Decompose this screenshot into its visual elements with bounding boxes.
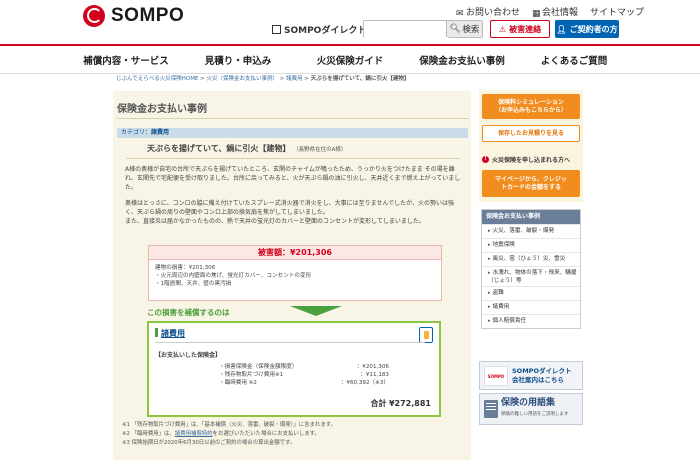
nav-payment-cases[interactable]: 保険金お支払い事例 xyxy=(406,46,518,74)
damage-line: ・火元周辺の内壁面の焦げ、蛍光灯カバー、コンセントの変形 xyxy=(155,273,312,279)
footnotes: ※1 「残存物取片づけ費用」は、「基本補償（火災、落雷、破裂・爆発）」に含まれま… xyxy=(122,421,472,448)
search-box: 🔍︎ 検索 xyxy=(363,20,483,41)
nav-guide[interactable]: 火災保険ガイド xyxy=(294,46,406,74)
user-icon: 👤︎ xyxy=(556,24,567,34)
menu-item-theft[interactable]: 盗難 xyxy=(482,286,580,300)
book-icon xyxy=(484,400,498,418)
payment-heading: 【お支払いした保険金】 xyxy=(155,352,222,359)
menu-item-water[interactable]: 水濡れ、物体の落下・飛来、騒擾（じょう）等 xyxy=(482,266,580,286)
mail-icon: ✉ xyxy=(456,9,464,19)
breadcrumb-home[interactable]: じぶんでえらべる火災保険HOME xyxy=(116,76,198,82)
search-button[interactable]: 🔍︎ 検索 xyxy=(446,21,482,37)
damage-line: ・1階居間、天井、壁の黒汚損 xyxy=(155,281,232,287)
payment-rows: ・損害保険金（保険金額限度） ：¥201,306 ・残存物取片づけ費用※1 ：¥11… xyxy=(219,364,389,387)
top-links: ✉ お問い合わせ ▦会社情報 サイトマップ xyxy=(456,5,644,19)
breadcrumb-misc[interactable]: 諸費用 xyxy=(286,76,303,82)
credit-card-button[interactable]: マイページから、クレジッ トカードの金額をする xyxy=(482,170,580,197)
footnote: ※3 保険始期日が2020年6月30日以前のご契約の場合の算出金額です。 xyxy=(122,440,296,446)
payment-row: ・残存物取片づけ費用※1 ：¥11,183 xyxy=(219,371,389,378)
simulation-button[interactable]: 保険料シミュレーション （お申込みもこちらから） xyxy=(482,94,580,119)
info-icon: ! xyxy=(482,156,489,163)
glossary-banner[interactable]: 保険の用語集 保険の難しい用語をご説明します xyxy=(479,393,583,425)
coverage-item-link[interactable]: 諸費用 xyxy=(155,328,185,339)
sompo-direct-link[interactable]: SOMPOダイレクト xyxy=(272,23,366,36)
payment-row: ・臨時費用 ※2 ：¥60,392（※3） xyxy=(219,379,389,386)
nav-quote[interactable]: 見積り・申込み xyxy=(182,46,294,74)
saved-quote-button[interactable]: 保存したお見積りを見る xyxy=(482,125,580,142)
alert-icon: ⚠ xyxy=(498,24,507,34)
damage-amount: 被害額：¥201,306 xyxy=(149,246,441,260)
payment-total: 合計 ¥272,881 xyxy=(370,399,431,408)
damage-line: 建物の損害：¥201,306 xyxy=(155,265,216,271)
search-input[interactable] xyxy=(364,25,448,41)
menu-item-wind[interactable]: 風災、雹（ひょう）災、雪災 xyxy=(482,252,580,266)
applicant-note[interactable]: ! 火災保険を申し込まれる方へ xyxy=(482,155,570,164)
footnote: ※1 「残存物取片づけ費用」は、「基本補償（火災、落雷、破裂・爆発）」に含まれま… xyxy=(122,422,336,428)
menu-item-liability[interactable]: 個人賠償責任 xyxy=(482,314,580,328)
company-banner[interactable]: SOMPO SOMPOダイレクト 会社案内はこちら xyxy=(479,361,583,390)
sompo-logo-icon xyxy=(83,5,105,27)
down-arrow-icon xyxy=(290,306,342,316)
nav-coverage[interactable]: 補償内容・サービス xyxy=(70,46,182,74)
payment-row: ・損害保険金（保険金額限度） ：¥201,306 xyxy=(219,364,389,370)
case-title: 天ぷらを揚げていて、鍋に引火【建物】 （長野県在住のA様） xyxy=(147,144,347,153)
external-link-icon xyxy=(272,25,281,34)
case-subtitle: （長野県在住のA様） xyxy=(293,147,347,153)
category-name: 諸費用 xyxy=(151,129,170,136)
category-bar: カテゴリ：諸費用 xyxy=(117,128,468,138)
search-icon: 🔍︎ xyxy=(449,24,461,34)
nav-faq[interactable]: よくあるご質問 xyxy=(518,46,630,74)
breadcrumb: じぶんでえらべる火災保険HOME > 火災（保険金お支払い事例） > 諸費用 >… xyxy=(116,76,410,82)
brand-name: SOMPO xyxy=(111,5,185,26)
global-nav: 補償内容・サービス 見積り・申込み 火災保険ガイド 保険金お支払い事例 よくある… xyxy=(0,44,700,74)
case-paragraph-1: A様の奥様が自宅の台所で天ぷらを揚げていたところ、玄関のチャイムが鳴ったため、う… xyxy=(125,166,461,192)
sompo-direct-logo: SOMPO xyxy=(484,365,508,386)
menu-heading: 保険金お支払い事例 xyxy=(482,210,580,224)
building-icon: ▦ xyxy=(532,9,541,19)
sitemap-link[interactable]: サイトマップ xyxy=(590,5,644,18)
breadcrumb-fire[interactable]: 火災（保険金お支払い事例） xyxy=(207,76,279,82)
menu-item-fire[interactable]: 火災、落雷、破裂・爆発 xyxy=(482,224,580,238)
damage-box: 被害額：¥201,306 建物の損害：¥201,306 ・火元周辺の内壁面の焦げ… xyxy=(148,245,442,301)
coverage-box: 諸費用 【お支払いした保険金】 ・損害保険金（保険金額限度） ：¥201,306 … xyxy=(147,321,441,417)
case-paragraph-2: 奥様はとっさに、コンロの脇に備え付けていたスプレー式消火器で消火をし、大事には至… xyxy=(125,200,455,226)
menu-item-misc[interactable]: 諸費用 xyxy=(482,300,580,314)
sompo-logo[interactable]: SOMPO xyxy=(83,5,184,27)
contact-link[interactable]: ✉ お問い合わせ xyxy=(456,5,520,19)
company-link[interactable]: ▦会社情報 xyxy=(532,5,578,19)
case-divider xyxy=(126,158,460,159)
item-divider xyxy=(155,342,425,343)
contractor-button[interactable]: 👤︎ ご契約者の方 xyxy=(555,20,619,38)
footnote: ※2 「臨時費用」は、諸費用補償特約をお選びいただいた場合にお支払いします。 xyxy=(122,431,320,437)
damage-report-button[interactable]: ⚠ 被害連絡 xyxy=(490,20,550,38)
breadcrumb-current: 天ぷらを揚げていて、鍋に引火【建物】 xyxy=(310,76,410,82)
title-divider xyxy=(117,118,469,119)
payment-cases-menu: 保険金お支払い事例 火災、落雷、破裂・爆発 地震保険 風災、雹（ひょう）災、雪災… xyxy=(481,209,581,329)
document-icon xyxy=(419,327,433,343)
misc-rider-link[interactable]: 諸費用補償特約 xyxy=(175,431,213,437)
menu-item-earthquake[interactable]: 地震保険 xyxy=(482,238,580,252)
page-title: 保険金お支払い事例 xyxy=(117,104,207,115)
coverage-heading: この損害を補償するのは xyxy=(147,308,230,317)
